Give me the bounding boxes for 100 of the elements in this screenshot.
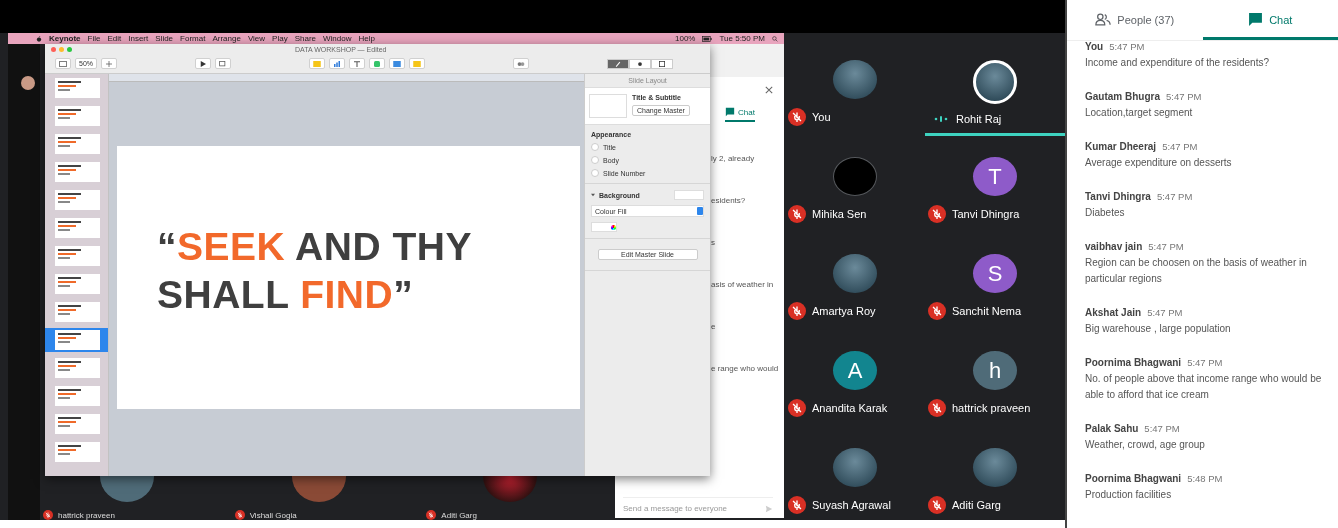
screen-icon	[219, 60, 227, 67]
format-tab[interactable]	[607, 58, 629, 69]
menu-item[interactable]: Play	[272, 34, 288, 43]
menu-item[interactable]: Share	[294, 34, 316, 43]
message-sender: Gautam Bhugra	[1085, 91, 1160, 102]
message-time: 5:47 PM	[1187, 357, 1223, 368]
shape-icon	[374, 60, 380, 67]
document-icon	[659, 60, 665, 67]
menu-item[interactable]: Help	[358, 34, 375, 43]
panel-tab[interactable]: People (37)	[1067, 0, 1203, 40]
participant-name: Anandita Karak	[812, 402, 888, 414]
muted-mic-icon	[234, 510, 245, 520]
brush-icon	[615, 60, 621, 67]
chart-button[interactable]	[329, 58, 345, 69]
chat-icon	[1248, 12, 1264, 27]
message-text: Production facilities	[1085, 488, 1173, 502]
text-icon	[354, 60, 360, 67]
participant-name: hattrick praveen	[58, 510, 115, 520]
battery-icon	[702, 35, 713, 42]
menu-item[interactable]: Keynote	[49, 34, 81, 43]
people-icon	[517, 60, 525, 67]
participant-avatar: A	[833, 351, 877, 390]
chat-tab[interactable]: Chat	[725, 107, 755, 122]
message-text: Region can be choosen on the basis of weather in particular regions	[1085, 256, 1308, 286]
bar-chart-icon	[333, 60, 341, 67]
message-text: Average expenditure on desserts	[1085, 156, 1233, 170]
checkbox[interactable]	[591, 143, 599, 151]
menu-item[interactable]: Edit	[107, 34, 122, 43]
document-tab[interactable]	[651, 58, 673, 69]
text-button[interactable]	[349, 58, 365, 69]
media-icon	[393, 60, 401, 67]
message-sender: Kumar Dheeraj	[1085, 141, 1157, 152]
message-text: Weather, crowd, age group	[1085, 438, 1206, 452]
close-icon[interactable]	[765, 86, 773, 94]
table-icon	[313, 60, 321, 67]
message-time: 5:47 PM	[1109, 41, 1145, 52]
view-icon	[59, 60, 67, 67]
participant-name: Sanchit Nema	[952, 305, 1022, 317]
message-text: Big warehouse , large population	[1085, 322, 1232, 336]
participant-avatar: h	[973, 351, 1017, 390]
menu-item[interactable]: File	[87, 34, 101, 43]
checkbox[interactable]	[591, 169, 599, 177]
menu-item[interactable]: Arrange	[212, 34, 241, 43]
apple-logo-icon[interactable]	[36, 35, 42, 42]
participant-name: Vishali Gogia	[249, 510, 297, 520]
message-text: Income and expenditure of the residents?	[1085, 56, 1270, 70]
master-thumbnail	[589, 94, 627, 118]
message-text: Location,target segment	[1085, 106, 1194, 120]
play-icon	[200, 60, 206, 67]
message-sender: Poornima Bhagwani	[1085, 357, 1182, 368]
chat-message-fragment: e range who would	[711, 364, 779, 375]
muted-mic-icon	[426, 510, 437, 520]
chat-icon	[725, 107, 735, 117]
keynote-live-button[interactable]	[215, 58, 231, 69]
participant-photo	[833, 448, 877, 487]
play-button[interactable]	[195, 58, 211, 69]
chat-message-fragment: e	[711, 322, 716, 333]
menu-item[interactable]: Format	[180, 34, 206, 43]
message-time: 5:47 PM	[1166, 91, 1202, 102]
menu-item[interactable]: Insert	[128, 34, 149, 43]
participant-avatar: S	[973, 254, 1017, 293]
chat-message-fragment: esidents?	[711, 196, 746, 207]
disclosure-icon[interactable]	[591, 193, 595, 197]
message-time: 5:47 PM	[1144, 423, 1180, 434]
media-button[interactable]	[389, 58, 405, 69]
participant-name: Suyash Agrawal	[812, 499, 891, 511]
participant-photo	[833, 60, 877, 99]
muted-mic-icon	[43, 510, 53, 520]
participant-photo	[973, 448, 1017, 487]
message-time: 5:47 PM	[1148, 241, 1184, 252]
participant-name: You	[812, 111, 831, 123]
color-picker[interactable]	[591, 222, 617, 232]
chat-message-fragment: asis of weather in	[711, 280, 774, 291]
collaborate-button[interactable]	[513, 58, 529, 69]
participant-photo	[973, 60, 1017, 104]
close-icon[interactable]	[51, 46, 56, 52]
animate-tab[interactable]	[629, 58, 651, 69]
color-well[interactable]	[674, 190, 704, 200]
panel-tab[interactable]: Chat	[1202, 0, 1338, 40]
chat-message-fragment: s	[711, 238, 715, 249]
message-time: 5:47 PM	[1162, 141, 1198, 152]
message-time: 5:47 PM	[1156, 191, 1193, 202]
slide-title: “SEEK AND THY SHALL FIND”	[157, 223, 472, 318]
participant-avatar	[833, 157, 877, 196]
slide-thumbnail[interactable]	[45, 328, 108, 352]
comment-icon	[413, 60, 421, 67]
menu-item[interactable]: Slide	[155, 34, 174, 43]
menu-item[interactable]: Window	[323, 34, 352, 43]
checkbox[interactable]	[591, 156, 599, 164]
plus-icon	[106, 60, 112, 67]
message-time: 5:48 PM	[1187, 473, 1223, 484]
view-button[interactable]	[55, 58, 71, 69]
search-icon[interactable]	[772, 35, 778, 42]
battery-level: 100%	[675, 34, 696, 43]
menu-clock: Tue 5:50 PM	[719, 34, 765, 43]
people-icon	[1095, 13, 1112, 26]
menu-item[interactable]: View	[247, 34, 266, 43]
avatar-photo	[21, 76, 35, 90]
message-sender: Palak Sahu	[1085, 423, 1139, 434]
message-time: 5:47 PM	[1147, 307, 1183, 318]
